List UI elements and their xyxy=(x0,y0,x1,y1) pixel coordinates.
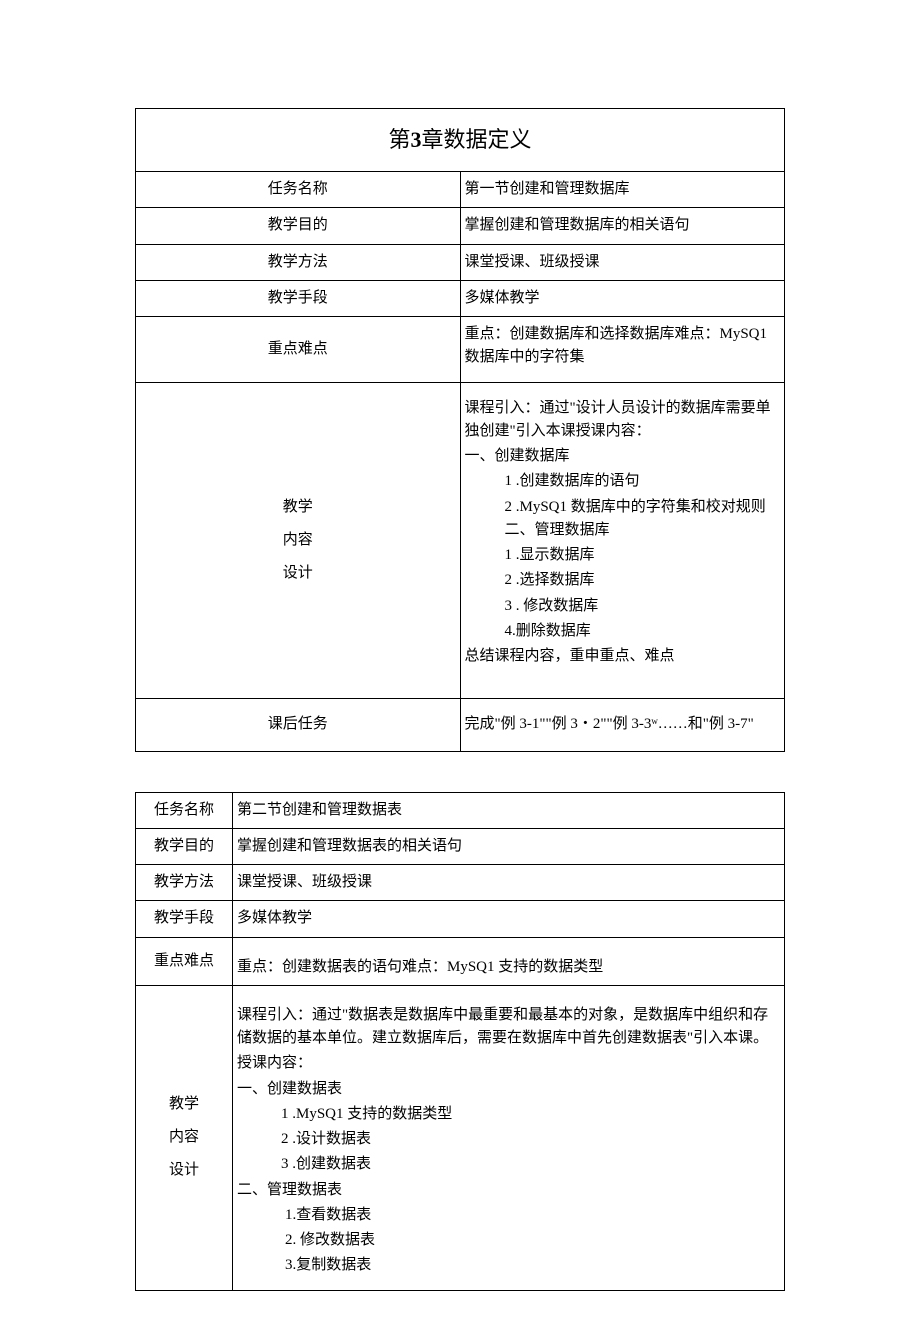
label-means: 教学手段 xyxy=(136,901,233,937)
label-design-l1: 教学 xyxy=(169,1088,199,1121)
content-line: 2 .MySQ1 数据库中的字符集和校对规则二、管理数据库 xyxy=(465,496,781,543)
content-line: 课程引入：通过"设计人员设计的数据库需要单独创建"引入本课授课内容： xyxy=(465,397,781,444)
label-method: 教学方法 xyxy=(136,865,233,901)
label-design-l2: 内容 xyxy=(283,524,313,557)
content-line: 3 .创建数据表 xyxy=(237,1153,780,1176)
content-line: 4.删除数据库 xyxy=(465,620,781,643)
value-keypoint-1: 重点：创建数据库和选择数据库难点：MySQ1 数据库中的字符集 xyxy=(460,317,785,383)
value-means-1: 多媒体教学 xyxy=(460,280,785,316)
content-line: 一、创建数据表 xyxy=(237,1078,780,1101)
value-design-2: 课程引入：通过"数据表是数据库中最重要和最基本的对象，是数据库中组织和存储数据的… xyxy=(233,985,785,1290)
value-method-1: 课堂授课、班级授课 xyxy=(460,244,785,280)
label-design: 教学 内容 设计 xyxy=(136,985,233,1290)
content-line: 2 .选择数据库 xyxy=(465,569,781,592)
content-line: 2 .设计数据表 xyxy=(237,1128,780,1151)
label-method: 教学方法 xyxy=(136,244,461,280)
label-design-l2: 内容 xyxy=(169,1121,199,1154)
chapter-title: 第3章数据定义 xyxy=(136,109,785,172)
content-line: 1 .创建数据库的语句 xyxy=(465,470,781,493)
label-task-name: 任务名称 xyxy=(136,172,461,208)
content-line: 授课内容： xyxy=(237,1052,780,1075)
content-line: 二、管理数据表 xyxy=(237,1179,780,1202)
content-line: 3.复制数据表 xyxy=(237,1254,780,1277)
label-means: 教学手段 xyxy=(136,280,461,316)
label-design: 教学 内容 设计 xyxy=(136,382,461,699)
content-line: 3 . 修改数据库 xyxy=(465,595,781,618)
value-task-name-2: 第二节创建和管理数据表 xyxy=(233,792,785,828)
content-line: 1.查看数据表 xyxy=(237,1204,780,1227)
value-task-name-1: 第一节创建和管理数据库 xyxy=(460,172,785,208)
value-keypoint-2: 重点：创建数据表的语句难点：MySQ1 支持的数据类型 xyxy=(233,937,785,985)
content-line: 1 .显示数据库 xyxy=(465,544,781,567)
content-line: 1 .MySQ1 支持的数据类型 xyxy=(237,1103,780,1126)
label-after: 课后任务 xyxy=(136,699,461,751)
document-page: 第3章数据定义 任务名称 第一节创建和管理数据库 教学目的 掌握创建和管理数据库… xyxy=(0,0,920,1331)
label-design-l1: 教学 xyxy=(283,491,313,524)
label-goal: 教学目的 xyxy=(136,828,233,864)
content-line: 课程引入：通过"数据表是数据库中最重要和最基本的对象，是数据库中组织和存储数据的… xyxy=(237,1004,780,1051)
value-method-2: 课堂授课、班级授课 xyxy=(233,865,785,901)
label-keypoint: 重点难点 xyxy=(136,937,233,985)
content-line: 一、创建数据库 xyxy=(465,445,781,468)
label-design-l3: 设计 xyxy=(169,1154,199,1187)
label-goal: 教学目的 xyxy=(136,208,461,244)
value-means-2: 多媒体教学 xyxy=(233,901,785,937)
label-keypoint: 重点难点 xyxy=(136,317,461,383)
value-goal-1: 掌握创建和管理数据库的相关语句 xyxy=(460,208,785,244)
label-task-name: 任务名称 xyxy=(136,792,233,828)
value-after-1: 完成"例 3-1""例 3・2""例 3-3ʷ……和"例 3-7" xyxy=(460,699,785,751)
lesson-table-2: 任务名称 第二节创建和管理数据表 教学目的 掌握创建和管理数据表的相关语句 教学… xyxy=(135,792,785,1291)
label-design-l3: 设计 xyxy=(283,557,313,590)
content-line: 2. 修改数据表 xyxy=(237,1229,780,1252)
value-goal-2: 掌握创建和管理数据表的相关语句 xyxy=(233,828,785,864)
lesson-table-1: 第3章数据定义 任务名称 第一节创建和管理数据库 教学目的 掌握创建和管理数据库… xyxy=(135,108,785,752)
value-design-1: 课程引入：通过"设计人员设计的数据库需要单独创建"引入本课授课内容： 一、创建数… xyxy=(460,382,785,699)
content-line: 总结课程内容，重申重点、难点 xyxy=(465,645,781,668)
